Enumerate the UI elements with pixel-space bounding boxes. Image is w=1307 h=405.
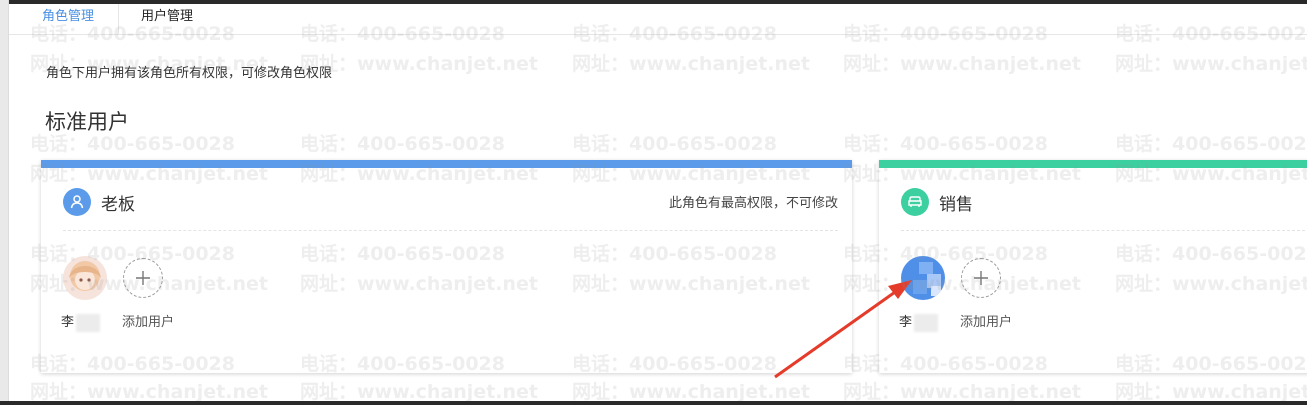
watermark-site: 网址：www.chanjet.net	[300, 53, 538, 75]
tab-role-management[interactable]: 角色管理	[9, 4, 119, 34]
blurred-text	[76, 313, 101, 332]
window-bottom-border	[0, 401, 1307, 405]
section-title: 标准用户	[45, 111, 129, 134]
avatar[interactable]	[63, 256, 107, 300]
watermark-site: 网址：www.chanjet.net	[30, 381, 268, 403]
role-name: 老板	[101, 195, 135, 214]
watermark-site: 网址：www.chanjet.net	[1115, 381, 1307, 403]
role-card-accent-bar	[879, 160, 1307, 168]
role-name: 销售	[939, 195, 973, 214]
role-card-boss: 老板 此角色有最高权限，不可修改 李 添加用户	[41, 160, 852, 373]
divider	[63, 230, 838, 231]
watermark-phone: 电话：400-665-0028	[300, 133, 505, 155]
watermark-site: 网址：www.chanjet.net	[572, 53, 810, 75]
divider	[901, 230, 1305, 231]
plus-icon	[136, 271, 150, 285]
role-card-accent-bar	[41, 160, 852, 168]
window-left-border	[0, 0, 9, 405]
add-user-label[interactable]: 添加用户	[122, 311, 174, 330]
user-name-text: 李	[61, 314, 75, 329]
watermark-site: 网址：www.chanjet.net	[1115, 53, 1307, 75]
user-name: 李	[899, 311, 939, 332]
tab-user-management[interactable]: 用户管理	[120, 4, 230, 34]
plus-icon	[974, 271, 988, 285]
role-card-sales: 销售 李 添加用户	[879, 160, 1307, 373]
add-user-button[interactable]	[961, 258, 1001, 298]
sofa-icon	[901, 188, 929, 216]
page-description: 角色下用户拥有该角色所有权限，可修改角色权限	[46, 65, 333, 80]
role-note: 此角色有最高权限，不可修改	[668, 195, 838, 210]
watermark-site: 网址：www.chanjet.net	[843, 53, 1081, 75]
user-icon	[63, 188, 91, 216]
add-user-button[interactable]	[123, 258, 163, 298]
user-name-text: 李	[899, 314, 913, 329]
user-name: 李	[61, 311, 101, 332]
watermark-site: 网址：www.chanjet.net	[572, 381, 810, 403]
blurred-text	[914, 313, 939, 332]
avatar[interactable]	[901, 256, 945, 300]
watermark-phone: 电话：400-665-0028	[843, 133, 1048, 155]
watermark-site: 网址：www.chanjet.net	[300, 381, 538, 403]
tab-bar: 角色管理 用户管理	[9, 4, 1307, 35]
watermark-phone: 电话：400-665-0028	[572, 133, 777, 155]
watermark-phone: 电话：400-665-0028	[1115, 133, 1307, 155]
watermark-site: 网址：www.chanjet.net	[843, 381, 1081, 403]
add-user-label[interactable]: 添加用户	[960, 311, 1012, 330]
